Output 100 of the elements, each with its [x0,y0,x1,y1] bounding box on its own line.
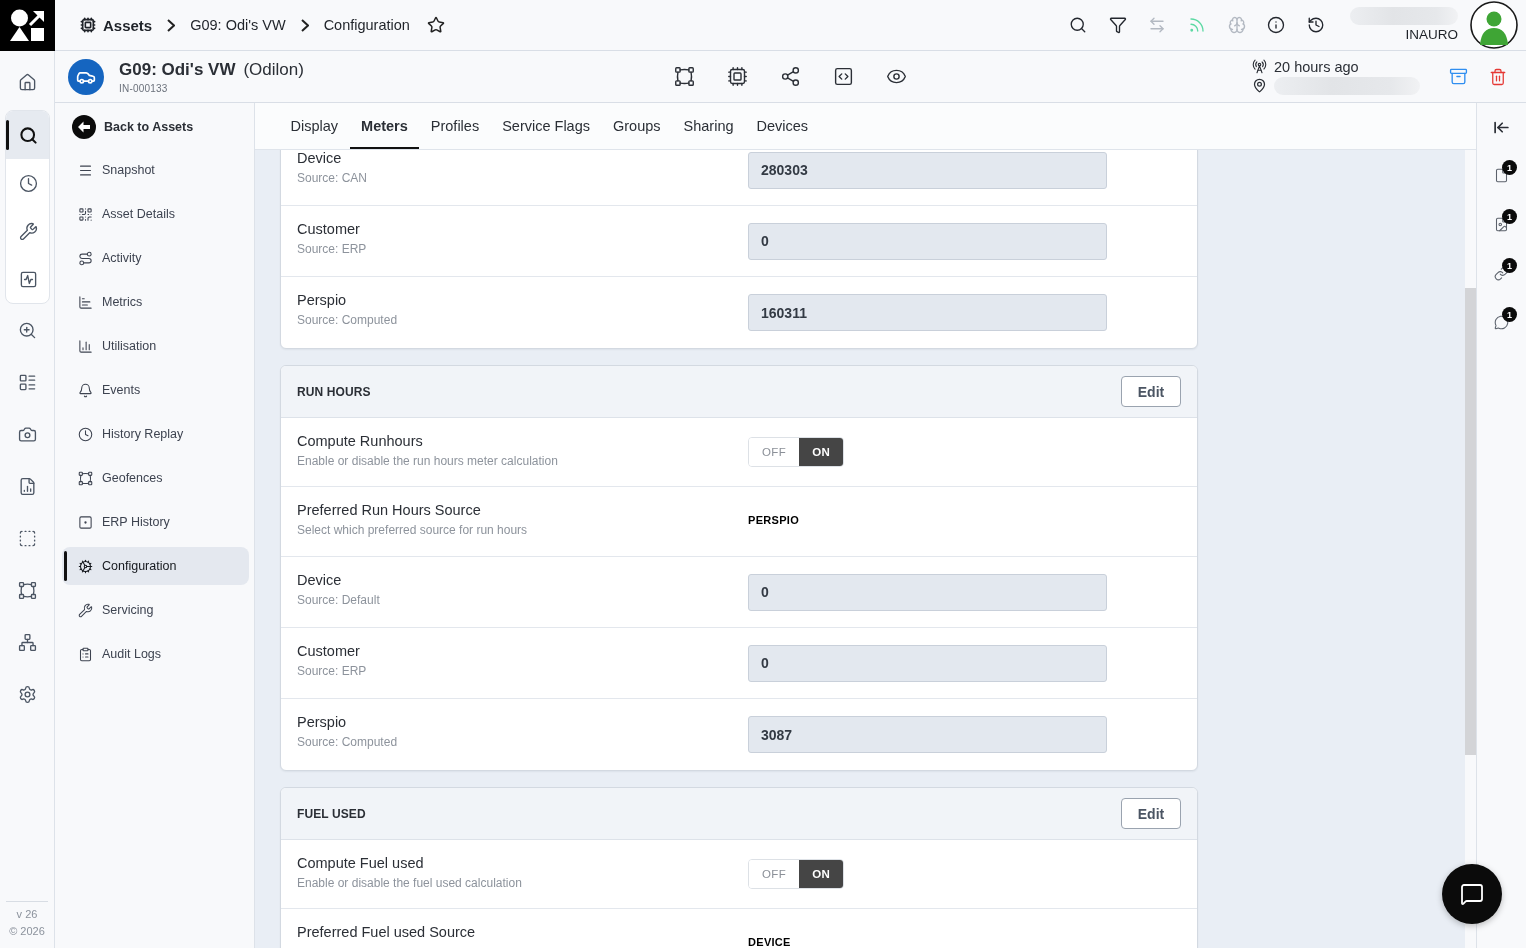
dashed-square-icon [17,528,37,548]
tab[interactable]: Profiles [419,103,491,149]
share-icon[interactable] [780,66,801,87]
search-icon[interactable] [1069,16,1088,34]
menu-icon [78,162,93,178]
file-chart-icon [17,476,37,496]
chevron-right-icon [300,18,309,32]
selected-source: DEVICE [748,937,791,948]
asset-owner: (Odilon) [243,59,304,80]
count-badge: 1 [1502,209,1517,224]
nav-item[interactable]: History Replay [62,415,249,453]
tab[interactable]: Devices [745,103,820,149]
count-badge: 1 [1502,307,1517,322]
avatar-icon[interactable] [1470,1,1518,49]
setting-label: Customer [297,643,361,660]
on-off-switch[interactable]: OFF ON [748,437,845,467]
asset-name: G09: Odi's VW [119,59,236,80]
image-file-icon[interactable] [1494,217,1509,232]
tab[interactable]: Display [279,103,350,149]
link-icon[interactable] [1494,266,1509,281]
setting-description: Source: Computed [297,312,399,328]
tab[interactable]: Service Flags [490,103,602,149]
setting-description: Enable or disable the fuel used calculation [297,875,523,891]
selected-source: PERSPIO [748,515,799,526]
setting-label: Customer [297,221,361,238]
setting-description: Source: CAN [297,170,369,186]
value-field[interactable]: 3087 [748,716,1107,753]
chip-icon [80,17,96,33]
on-option[interactable]: ON [799,438,844,466]
setting-description: Source: ERP [297,241,368,257]
breadcrumb-link[interactable]: Assets [80,16,153,34]
section-title: RUN HOURS [297,384,371,399]
nav-item[interactable]: Asset Details [62,195,249,233]
setting-description: Source: ERP [297,663,368,679]
nav-item[interactable]: Activity [62,239,249,277]
setting-label: Device [297,572,343,589]
version-text: v 26 [16,907,38,922]
scrollbar-thumb[interactable] [1465,288,1476,755]
breadcrumb-link[interactable]: G09: Odi's VW [190,17,286,33]
nav-item[interactable]: Utilisation [62,327,249,365]
setting-label: Preferred Run Hours Source [297,502,482,519]
last-seen-text: 20 hours ago [1274,58,1359,75]
chip-icon[interactable] [727,66,748,87]
settings-icon [17,684,37,704]
filter-icon[interactable] [1108,16,1127,34]
setting-label: Perspio [297,714,348,731]
pulse-monitor-icon [18,269,38,289]
tab[interactable]: Sharing [672,103,746,149]
wrench-icon [18,221,38,241]
nav-item[interactable]: Events [62,371,249,409]
comment-icon[interactable] [1494,315,1509,330]
clock-icon [18,173,38,193]
route-icon [78,250,93,266]
nav-item[interactable]: Geofences [62,459,249,497]
setting-description: Select which preferred source for run hours [297,522,529,538]
nav-item[interactable]: Metrics [62,283,249,321]
value-field[interactable]: 0 [748,573,1107,611]
setting-description: Source: Computed [297,734,399,750]
on-option[interactable]: ON [799,860,844,888]
nav-item[interactable]: Configuration [62,547,249,585]
star-icon[interactable] [426,16,445,34]
car-icon [68,58,104,95]
info-icon[interactable] [1267,16,1286,34]
value-field[interactable]: 280303 [748,151,1107,189]
on-off-switch[interactable]: OFF ON [748,859,845,889]
back-to-assets-link[interactable]: Back to Assets [62,106,249,148]
scrollbar-track[interactable] [1465,150,1476,948]
user-name: INAURO [1405,27,1458,43]
clipboard-icon [78,646,93,662]
code-icon[interactable] [833,66,854,87]
trash-icon[interactable] [1488,67,1507,86]
value-field[interactable]: 0 [748,222,1107,260]
qr-code-icon [78,206,93,222]
nav-item[interactable]: Snapshot [62,151,249,189]
copyright-text: © 2026 [9,924,45,939]
value-field[interactable]: 160311 [748,294,1107,331]
archive-icon[interactable] [1449,67,1468,86]
edit-button[interactable]: Edit [1121,798,1181,829]
tab[interactable]: Groups [601,103,673,149]
search-button[interactable] [5,111,49,159]
breadcrumb-link[interactable]: Configuration [323,17,410,33]
value-field[interactable]: 0 [748,644,1107,682]
nav-item[interactable]: ERP History [62,503,249,541]
zoom-in-icon [17,320,37,340]
logo-icon[interactable] [0,0,55,51]
history-icon[interactable] [1307,16,1326,34]
antenna-icon [1252,59,1267,74]
nav-item[interactable]: Audit Logs [62,635,249,673]
section-title: FUEL USED [297,806,366,821]
layout-list-icon [17,372,37,392]
asset-id: IN-000133 [119,82,169,94]
camera-icon [17,424,37,444]
edit-button[interactable]: Edit [1121,376,1181,407]
clock-icon [78,426,93,442]
cog-icon [78,558,93,574]
count-badge: 1 [1502,160,1517,175]
network-icon [17,632,37,652]
nav-item[interactable]: Servicing [62,591,249,629]
search-icon [18,125,38,145]
square-nodes-icon[interactable] [674,66,695,87]
